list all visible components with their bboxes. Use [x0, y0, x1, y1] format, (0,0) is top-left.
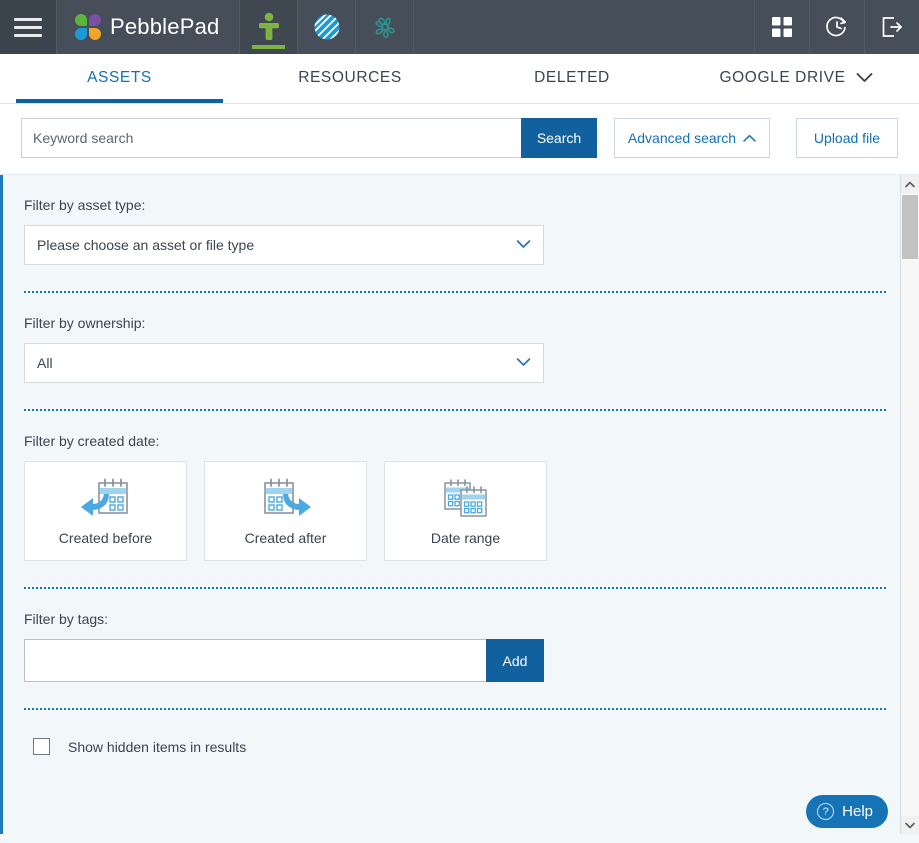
created-date-card-row: Created before Created after Date range [24, 461, 900, 561]
tab-resources[interactable]: RESOURCES [239, 54, 461, 103]
add-tag-button[interactable]: Add [486, 639, 544, 682]
recent-history-clock-icon [826, 16, 847, 37]
calendar-back-arrow-icon [80, 478, 128, 516]
divider [24, 587, 886, 589]
created-date-label: Filter by created date: [24, 433, 160, 449]
show-hidden-items-label: Show hidden items in results [68, 738, 247, 755]
scroll-down-button[interactable] [901, 816, 919, 834]
advanced-search-label: Advanced search [627, 130, 737, 146]
top-header-bar: PebblePad [0, 0, 919, 54]
asset-type-select[interactable]: Please choose an asset or file type [24, 225, 544, 265]
brand-name: PebblePad [110, 14, 220, 39]
ownership-select[interactable]: All [24, 343, 544, 383]
tab-assets-label: ASSETS [87, 68, 152, 86]
tab-deleted[interactable]: DELETED [461, 54, 683, 103]
hamburger-menu-icon [14, 17, 42, 37]
hamburger-menu-button[interactable] [0, 0, 57, 54]
header-right-actions [754, 0, 919, 54]
scrollbar-thumb[interactable] [902, 195, 918, 259]
divider [24, 291, 886, 293]
search-toolbar: Search Advanced search Upload file [0, 104, 919, 175]
tag-input[interactable] [24, 639, 486, 682]
divider [24, 409, 886, 411]
apps-grid-icon [772, 17, 792, 37]
asset-type-label: Filter by asset type: [24, 197, 146, 213]
vertical-scrollbar[interactable] [900, 175, 919, 834]
search-group: Search [21, 118, 597, 158]
chevron-up-icon [905, 181, 915, 187]
date-range-card[interactable]: Date range [384, 461, 547, 561]
asset-type-selected-value: Please choose an asset or file type [37, 237, 255, 253]
pebblepad-brand-link[interactable]: PebblePad [57, 0, 241, 54]
header-spacer [414, 0, 754, 54]
two-calendars-icon [443, 478, 487, 517]
help-button-label: Help [842, 803, 873, 820]
recent-history-button[interactable] [809, 0, 864, 54]
upload-file-button[interactable]: Upload file [796, 118, 898, 158]
show-hidden-items-row: Show hidden items in results [24, 738, 900, 755]
created-before-label: Created before [58, 529, 153, 546]
app-switch-teal-flower[interactable] [356, 0, 415, 54]
divider [24, 708, 886, 710]
tab-deleted-label: DELETED [534, 68, 610, 86]
tab-assets[interactable]: ASSETS [0, 54, 239, 103]
scrollbar-track[interactable] [901, 193, 919, 816]
calendar-forward-arrow-icon [263, 478, 311, 516]
chevron-down-icon [905, 822, 915, 828]
chevron-down-icon [856, 73, 872, 82]
apps-grid-button[interactable] [754, 0, 809, 54]
ownership-selected-value: All [37, 355, 53, 371]
advanced-search-button[interactable]: Advanced search [614, 118, 770, 158]
main-tab-bar: ASSETS RESOURCES DELETED GOOGLE DRIVE [0, 54, 919, 104]
app-switch-pebble-person[interactable] [240, 0, 299, 54]
pebble-person-icon [258, 12, 279, 40]
scroll-up-button[interactable] [901, 175, 919, 193]
search-button[interactable]: Search [521, 118, 597, 158]
question-mark-icon: ? [817, 803, 835, 820]
filters-container: Filter by asset type: Please choose an a… [0, 175, 900, 834]
chevron-down-icon [516, 240, 531, 248]
chevron-down-icon [516, 358, 531, 366]
created-after-card[interactable]: Created after [204, 461, 367, 561]
help-button[interactable]: ? Help [806, 795, 888, 828]
tab-google-drive-label: GOOGLE DRIVE [719, 68, 846, 86]
tab-google-drive[interactable]: GOOGLE DRIVE [683, 54, 909, 103]
date-range-label: Date range [430, 529, 501, 546]
teal-flower-icon [375, 17, 395, 39]
show-hidden-items-checkbox[interactable] [33, 738, 50, 755]
search-input[interactable] [21, 118, 521, 158]
advanced-search-panel: Filter by asset type: Please choose an a… [0, 175, 919, 834]
pebblepad-flower-logo-icon [75, 14, 101, 40]
tags-label: Filter by tags: [24, 611, 109, 627]
created-after-label: Created after [244, 529, 327, 546]
tag-group: Add [24, 639, 544, 682]
striped-circle-icon [314, 14, 340, 40]
app-switch-striped-circle[interactable] [298, 0, 357, 54]
tab-resources-label: RESOURCES [298, 68, 402, 86]
created-before-card[interactable]: Created before [24, 461, 187, 561]
chevron-up-icon [743, 134, 756, 142]
logout-button[interactable] [864, 0, 919, 54]
logout-icon [882, 17, 902, 37]
ownership-label: Filter by ownership: [24, 315, 146, 331]
